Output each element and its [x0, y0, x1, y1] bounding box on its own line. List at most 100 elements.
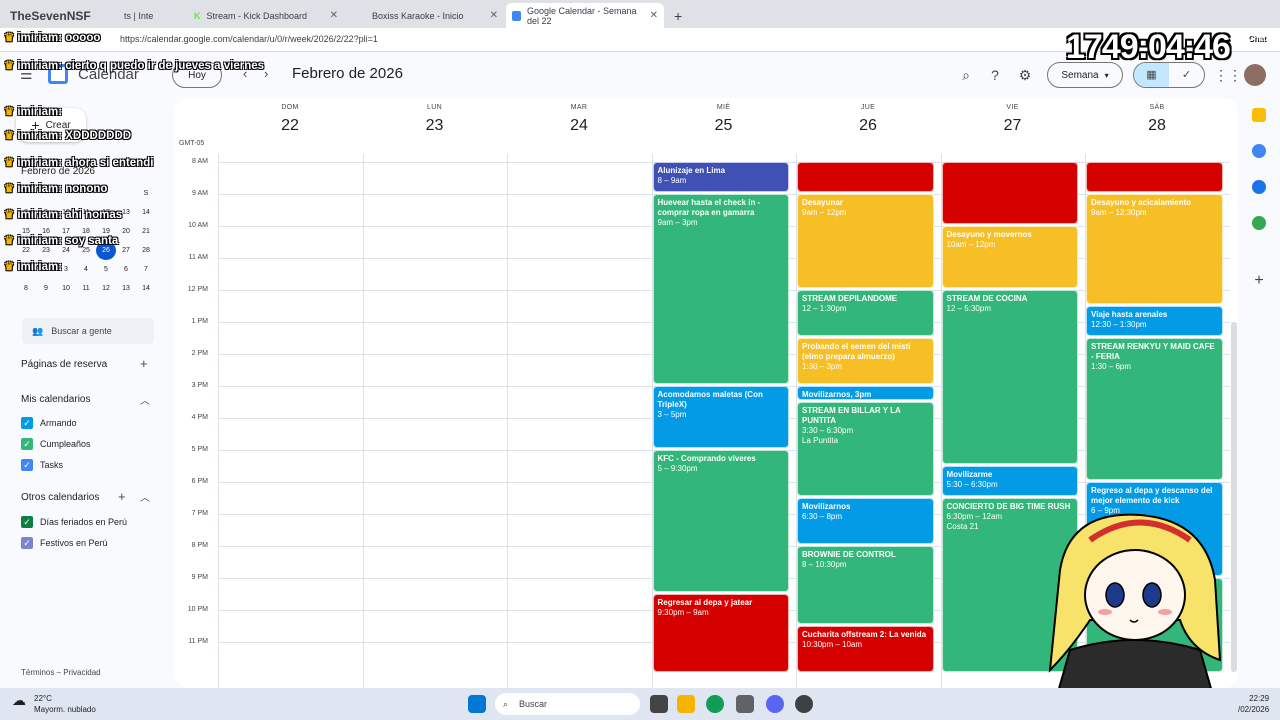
day-header[interactable]: MIÉ 25 — [652, 104, 796, 135]
booking-pages-title[interactable]: Páginas de reserva — [21, 359, 107, 370]
event-title: Desayuno y acicalamiento — [1091, 198, 1192, 207]
task-view-icon[interactable] — [650, 695, 668, 713]
calendar-event[interactable]: Huevear hasta el check in - comprar ropa… — [652, 194, 789, 384]
calendar-event[interactable]: Desayuno y acicalamiento 9am – 12:30pm — [1086, 194, 1223, 304]
start-icon[interactable] — [468, 695, 486, 713]
system-clock[interactable]: 22:29 /02/2026 — [1238, 693, 1269, 715]
chevron-up-icon[interactable]: ︿ — [140, 392, 150, 407]
calendar-event[interactable]: KFC - Comprando víveres 5 – 9:30pm — [652, 450, 789, 592]
keep-icon[interactable] — [1252, 108, 1266, 122]
mascot-character — [1048, 513, 1222, 720]
day-header[interactable]: LUN 23 — [363, 104, 507, 135]
calendar-event[interactable]: Viaje hasta arenales 12:30 – 1:30pm — [1086, 306, 1223, 336]
checkbox-icon[interactable]: ✓ — [21, 459, 33, 471]
day-number[interactable]: 25 — [652, 117, 796, 135]
event-title: Movilizarme — [946, 470, 993, 479]
close-icon[interactable]: ✕ — [490, 10, 498, 21]
help-icon[interactable]: ? — [986, 66, 1004, 84]
calendar-event[interactable]: BROWNIE DE CONTROL 8 – 10:30pm — [797, 546, 934, 624]
calendar-event[interactable] — [941, 162, 1078, 224]
calendar-event[interactable] — [797, 162, 934, 192]
discord-icon[interactable] — [766, 695, 784, 713]
add-calendar-icon[interactable]: + — [118, 489, 126, 504]
day-number[interactable]: 23 — [363, 117, 507, 135]
calendar-event[interactable]: STREAM RENKYU Y MAID CAFE - FERIA 1:30 – … — [1086, 338, 1223, 480]
contacts-icon[interactable] — [1252, 180, 1266, 194]
close-icon[interactable]: ✕ — [330, 10, 338, 21]
day-number[interactable]: 24 — [507, 117, 651, 135]
app-icon[interactable] — [736, 695, 754, 713]
calendar-list-item[interactable]: ✓ Días feriados en Perú — [21, 516, 127, 528]
event-time: 8 – 9am — [657, 176, 687, 185]
calendar-event[interactable]: Probando el semen del misti (elmo prepar… — [797, 338, 934, 384]
obs-icon[interactable] — [795, 695, 813, 713]
search-people-input[interactable]: 👥 Buscar a gente — [22, 318, 154, 344]
gear-icon[interactable]: ⚙ — [1016, 66, 1034, 84]
scrollbar[interactable] — [1231, 322, 1237, 672]
calendar-event[interactable]: Movilizarnos 6:30 – 8pm — [797, 498, 934, 544]
calendar-event[interactable]: Regresar al depa y jatear 9:30pm – 9am — [652, 594, 789, 672]
calendar-event[interactable] — [1086, 162, 1223, 192]
chat-text: imiriam: soy santa — [17, 235, 119, 247]
close-icon[interactable]: ✕ — [650, 10, 658, 21]
apps-grid-icon[interactable]: ⋮⋮ — [1214, 66, 1242, 84]
chat-button[interactable]: Chat — [1248, 34, 1266, 43]
tasks-icon[interactable] — [1252, 144, 1266, 158]
checkbox-icon[interactable]: ✓ — [21, 438, 33, 450]
hour-label: 10 PM — [187, 606, 208, 613]
new-tab-button[interactable]: + — [668, 3, 690, 28]
chevron-up-icon[interactable]: ︿ — [140, 489, 150, 504]
weather-temp: 22°C — [34, 694, 52, 703]
calendar-list-item[interactable]: ✓ Festivos en Perú — [21, 537, 108, 549]
day-number[interactable]: 26 — [796, 117, 940, 135]
tab-google-calendar[interactable]: Google Calendar - Semana del 22 ✕ — [506, 3, 664, 28]
tab-label: Boxiss Karaoke - Inicio — [372, 10, 464, 21]
calendar-event[interactable]: Movilizarnos, 3pm — [797, 386, 934, 400]
weather-widget[interactable]: ☁ 22°C Mayorm. nublado — [12, 693, 96, 715]
next-week-icon[interactable]: › — [264, 66, 268, 81]
event-time: 5:30 – 6:30pm — [946, 480, 998, 489]
edge-icon[interactable] — [706, 695, 724, 713]
file-explorer-icon[interactable] — [677, 695, 695, 713]
avatar[interactable] — [1244, 64, 1266, 86]
calendar-list-item[interactable]: ✓ Cumpleaños — [21, 438, 91, 450]
add-booking-icon[interactable]: + — [140, 356, 148, 371]
taskbar-search[interactable]: ⌕ Buscar — [495, 693, 640, 715]
stream-chat-overlay: ♛ imiriam: ooooo ♛ imiriam: cierto q puedo … — [4, 0, 264, 290]
event-time: 9am – 3pm — [657, 218, 698, 227]
checkbox-icon[interactable]: ✓ — [21, 417, 33, 429]
tab-boxiss[interactable]: Boxiss Karaoke - Inicio ✕ — [348, 3, 504, 28]
checkbox-icon[interactable]: ✓ — [21, 537, 33, 549]
calendar-event[interactable]: Desayuno y movernos 10am – 12pm — [941, 226, 1078, 288]
calendar-event[interactable]: Movilizarme 5:30 – 6:30pm — [941, 466, 1078, 496]
calendar-list-item[interactable]: ✓ Armando — [21, 417, 77, 429]
checkbox-icon[interactable]: ✓ — [21, 516, 33, 528]
chat-text: imiriam: — [17, 106, 63, 118]
event-title: Cucharita offstream 2: La venida — [802, 630, 927, 639]
calendar-event[interactable]: STREAM DE COCINA 12 – 5:30pm — [941, 290, 1078, 464]
day-header[interactable]: SÁB 28 — [1085, 104, 1229, 135]
calendar-event[interactable]: Cucharita offstream 2: La venida 10:30pm … — [797, 626, 934, 672]
calendar-event[interactable]: Alunizaje en Lima 8 – 9am — [652, 162, 789, 192]
search-icon[interactable]: ⌕ — [957, 66, 975, 84]
calendar-event[interactable]: STREAM DEPILANDOME 12 – 1:30pm — [797, 290, 934, 336]
calendar-event[interactable]: STREAM EN BILLAR Y LA PUNTITA 3:30 – 6:30… — [797, 402, 934, 496]
other-calendars-title[interactable]: Otros calendarios — [21, 492, 99, 503]
day-number[interactable]: 27 — [941, 117, 1085, 135]
calendar-list-item[interactable]: ✓ Tasks — [21, 459, 63, 471]
calendar-event[interactable]: Desayunar 9am – 12pm — [797, 194, 934, 288]
my-calendars-title[interactable]: Mis calendarios — [21, 394, 90, 405]
hour-label: 7 PM — [191, 510, 208, 517]
calendar-event[interactable]: Acomodamos maletas (Con TripleX) 3 – 5pm — [652, 386, 789, 448]
chat-text: imiriam: ahi nomas — [17, 209, 123, 221]
event-title: BROWNIE DE CONTROL — [802, 550, 896, 559]
chat-message: ♛ imiriam: soy santa — [4, 233, 118, 247]
plus-icon[interactable]: + — [1252, 273, 1266, 289]
crown-icon: ♛ — [4, 235, 15, 247]
day-number[interactable]: 28 — [1085, 117, 1229, 135]
day-header[interactable]: MAR 24 — [507, 104, 651, 135]
maps-icon[interactable] — [1252, 216, 1266, 230]
footer-links[interactable]: Términos – Privacidad — [21, 668, 101, 677]
day-header[interactable]: VIE 27 — [941, 104, 1085, 135]
day-header[interactable]: JUE 26 — [796, 104, 940, 135]
